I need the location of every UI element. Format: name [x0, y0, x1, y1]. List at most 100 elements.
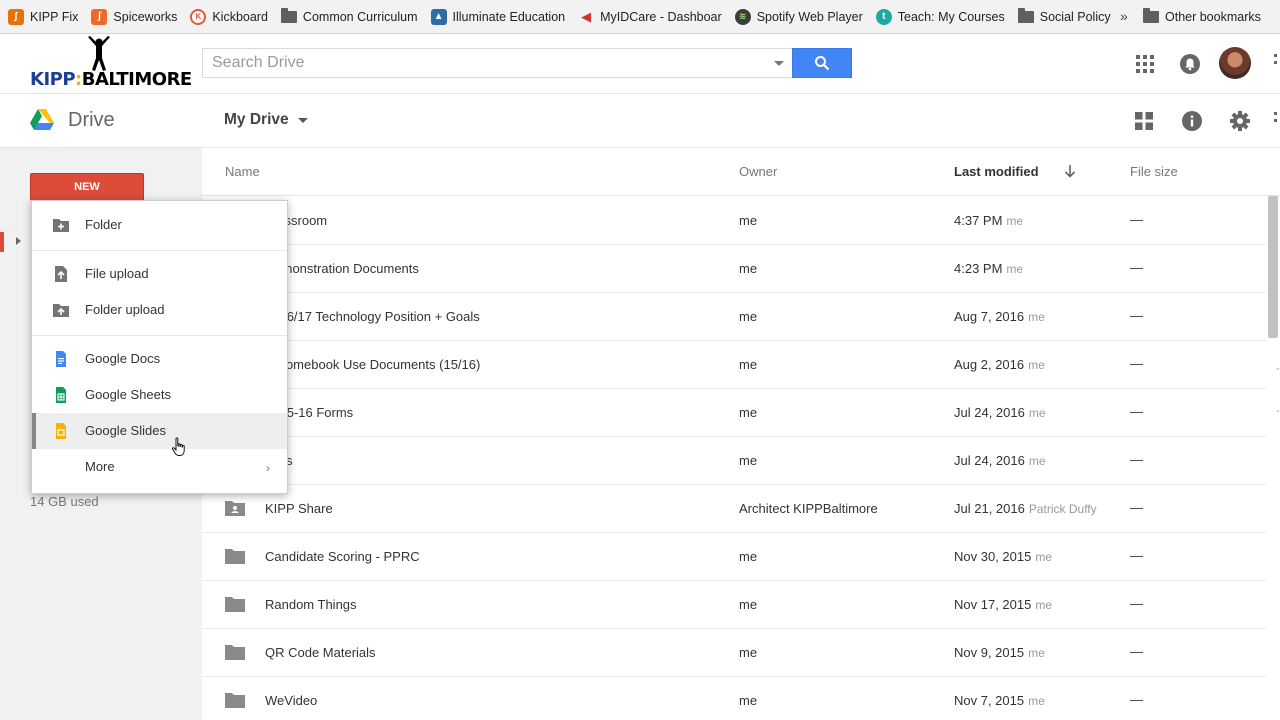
- edge-mark: -: [1276, 405, 1280, 417]
- folder-icon: [1017, 7, 1034, 23]
- menu-item-folder[interactable]: Folder: [32, 207, 287, 243]
- file-size: —: [1130, 692, 1143, 707]
- file-list: Name Owner Last modified File size Class…: [202, 148, 1280, 720]
- column-owner[interactable]: Owner: [739, 164, 777, 179]
- file-last-modified: 4:37 PM me: [954, 213, 1024, 228]
- spiceworks-icon: ʃ: [91, 8, 108, 25]
- file-last-modified: Aug 7, 2016 me: [954, 309, 1045, 324]
- file-owner: Architect KIPPBaltimore: [739, 501, 878, 516]
- gear-icon: [1230, 111, 1250, 131]
- drive-toolbar: Drive My Drive: [0, 94, 1280, 148]
- scrollbar[interactable]: [1268, 196, 1278, 338]
- bookmark-label: Common Curriculum: [302, 9, 418, 24]
- sort-down-icon[interactable]: [1064, 163, 1076, 179]
- menu-item-google-docs[interactable]: Google Docs: [32, 341, 287, 377]
- file-last-modified: Jul 24, 2016 me: [954, 453, 1046, 468]
- bookmark-label: Social Policy: [1039, 9, 1111, 24]
- file-last-modified: Nov 9, 2015 me: [954, 645, 1045, 660]
- grid-view-button[interactable]: [1133, 110, 1155, 132]
- bookmarks-overflow-button[interactable]: »: [1120, 8, 1128, 24]
- notifications-button[interactable]: [1179, 53, 1201, 75]
- table-row[interactable]: WeVideo me Nov 7, 2015 me —: [202, 677, 1266, 720]
- settings-button[interactable]: [1228, 109, 1252, 133]
- search-box: [202, 48, 792, 78]
- expand-arrow-icon[interactable]: [16, 237, 21, 245]
- column-headers: Name Owner Last modified File size: [202, 148, 1280, 196]
- details-button[interactable]: [1180, 109, 1204, 133]
- table-row[interactable]: KIPP Share Architect KIPPBaltimore Jul 21,…: [202, 485, 1266, 533]
- search-options-dropdown[interactable]: [774, 61, 784, 66]
- menu-item-label: Google Sheets: [85, 387, 172, 402]
- avatar[interactable]: [1219, 47, 1251, 79]
- menu-item-more[interactable]: More ›: [32, 449, 287, 485]
- file-owner: me: [739, 261, 758, 276]
- my-drive-menu[interactable]: My Drive: [224, 111, 308, 129]
- bookmark-myidcare[interactable]: ◀ MyIDCare - Dashboar: [578, 6, 722, 28]
- new-button[interactable]: NEW: [30, 173, 144, 201]
- table-row[interactable]: Chromebook Use Documents (15/16) me Aug 2,…: [202, 341, 1266, 389]
- file-size: —: [1130, 212, 1143, 227]
- column-last-modified[interactable]: Last modified: [954, 164, 1039, 179]
- new-menu: Folder File upload Folder upload Google …: [31, 200, 288, 494]
- folder-icon: [225, 693, 245, 708]
- file-upload-icon: [55, 266, 67, 282]
- menu-item-file-upload[interactable]: File upload: [32, 256, 287, 292]
- bookmark-label: KIPP Fix: [30, 9, 79, 24]
- folder-upload-icon: [53, 304, 69, 317]
- table-row[interactable]: 2016/17 Technology Position + Goals me Aug…: [202, 293, 1266, 341]
- file-last-modified: Nov 17, 2015 me: [954, 597, 1053, 612]
- menu-item-google-sheets[interactable]: Google Sheets: [32, 377, 287, 413]
- bookmark-kickboard[interactable]: K Kickboard: [190, 6, 268, 28]
- file-owner: me: [739, 645, 758, 660]
- bookmark-teach-my-courses[interactable]: t Teach: My Courses: [875, 6, 1005, 28]
- bookmark-label: Spotify Web Player: [756, 9, 863, 24]
- bell-icon: [1180, 54, 1200, 74]
- file-size: —: [1130, 356, 1143, 371]
- file-last-modified: Nov 30, 2015 me: [954, 549, 1053, 564]
- bookmark-illuminate-education[interactable]: ▲ Illuminate Education: [430, 6, 566, 28]
- table-row[interactable]: 2015-16 Forms me Jul 24, 2016 me —: [202, 389, 1266, 437]
- menu-item-label: More: [85, 459, 115, 474]
- kipp-baltimore-logo[interactable]: KIPP:BALTIMORE: [30, 36, 192, 92]
- column-name[interactable]: Name: [225, 164, 260, 179]
- file-owner: me: [739, 453, 758, 468]
- menu-divider: [32, 250, 287, 251]
- search-button[interactable]: [792, 48, 852, 78]
- table-row[interactable]: Demonstration Documents me 4:23 PM me —: [202, 245, 1266, 293]
- bookmark-kipp-fix[interactable]: ∫ KIPP Fix: [8, 6, 78, 28]
- file-owner: me: [739, 357, 758, 372]
- table-row[interactable]: Classroom me 4:37 PM me —: [202, 197, 1266, 245]
- file-owner: me: [739, 213, 758, 228]
- grid-view-icon: [1135, 112, 1153, 130]
- table-row[interactable]: FilesmeJul 24, 2016me—: [202, 437, 1266, 485]
- menu-item-google-slides[interactable]: Google Slides: [32, 413, 287, 449]
- file-last-modified: Nov 7, 2015 me: [954, 693, 1045, 708]
- google-slides-icon: [56, 423, 66, 439]
- table-row[interactable]: Candidate Scoring - PPRC me Nov 30, 2015 me…: [202, 533, 1266, 581]
- file-last-modified: 4:23 PM me: [954, 261, 1024, 276]
- menu-item-label: File upload: [85, 266, 149, 281]
- search-input[interactable]: [203, 54, 743, 72]
- app-name[interactable]: Drive: [68, 109, 115, 132]
- more-vert-icon[interactable]: [1272, 110, 1280, 130]
- bookmark-label: Illuminate Education: [452, 9, 566, 24]
- edge-mark: -: [1276, 363, 1280, 375]
- caret-down-icon: [297, 117, 308, 123]
- other-bookmarks-label: Other bookmarks: [1165, 10, 1261, 24]
- bookmark-common-curriculum[interactable]: Common Curriculum: [280, 6, 418, 28]
- column-file-size[interactable]: File size: [1130, 164, 1178, 179]
- bookmark-label: Kickboard: [212, 9, 268, 24]
- bookmark-spiceworks[interactable]: ʃ Spiceworks: [91, 6, 177, 28]
- apps-grid-button[interactable]: [1134, 53, 1156, 75]
- file-last-modified: Jul 21, 2016 Patrick Duffy: [954, 501, 1097, 516]
- file-name: WeVideo: [265, 693, 318, 708]
- more-vert-icon[interactable]: [1272, 52, 1280, 72]
- bookmark-spotify[interactable]: ≋ Spotify Web Player: [734, 6, 863, 28]
- menu-item-folder-upload[interactable]: Folder upload: [32, 292, 287, 328]
- bookmark-social-policy[interactable]: Social Policy: [1017, 6, 1111, 28]
- other-bookmarks[interactable]: Other bookmarks: [1143, 0, 1261, 34]
- file-size: —: [1130, 596, 1143, 611]
- google-drive-logo-icon[interactable]: [30, 109, 54, 131]
- table-row[interactable]: Random Things me Nov 17, 2015 me —: [202, 581, 1266, 629]
- table-row[interactable]: QR Code Materials me Nov 9, 2015 me —: [202, 629, 1266, 677]
